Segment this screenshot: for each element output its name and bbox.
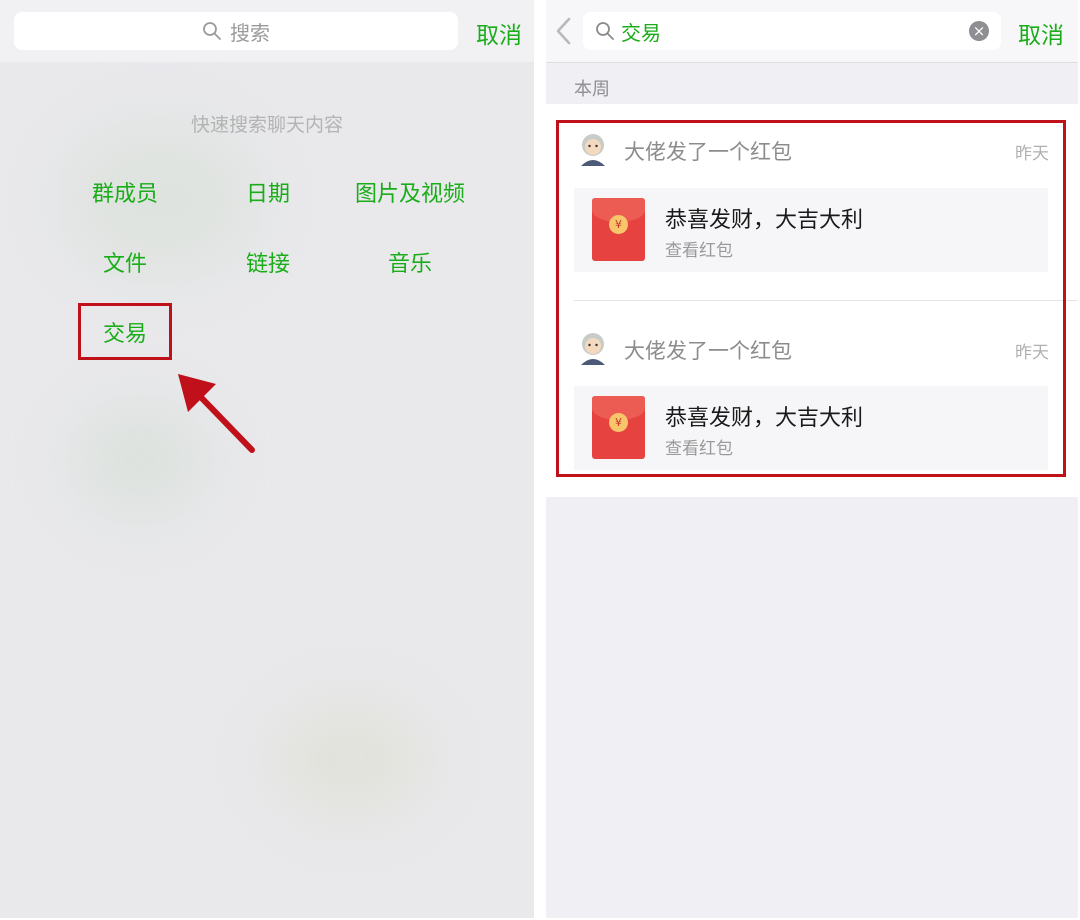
category-files[interactable]: 文件 [50, 246, 200, 278]
search-input[interactable]: 交易 × [583, 12, 1001, 50]
search-icon [203, 22, 221, 40]
clear-icon[interactable]: × [969, 21, 989, 41]
category-group-members[interactable]: 群成员 [50, 176, 200, 208]
category-links[interactable]: 链接 [193, 246, 343, 278]
highlight-box [78, 303, 172, 360]
search-placeholder: 搜索 [230, 20, 270, 45]
category-photos-videos[interactable]: 图片及视频 [335, 176, 485, 208]
highlight-box [556, 120, 1066, 477]
cancel-button[interactable]: 取消 [1018, 16, 1064, 50]
quick-search-title: 快速搜索聊天内容 [190, 114, 343, 136]
category-music[interactable]: 音乐 [335, 246, 485, 278]
search-input[interactable]: 搜索 [14, 12, 458, 50]
pointer-arrow-icon [178, 374, 255, 453]
category-date[interactable]: 日期 [193, 176, 343, 208]
cancel-button[interactable]: 取消 [476, 16, 522, 50]
search-icon [596, 22, 614, 40]
blurred-background [270, 700, 430, 820]
section-header: 本周 [574, 79, 610, 100]
back-chevron-icon[interactable] [554, 16, 574, 46]
search-bar: 搜索 取消 [0, 0, 534, 62]
search-bar: 交易 × 取消 [546, 0, 1078, 63]
search-category-panel: 搜索 取消 快速搜索聊天内容 群成员 日期 图片及视频 文件 链接 音乐 交易 [0, 0, 534, 918]
search-results-panel: 交易 × 取消 本周 大佬发了一个红包 昨天 ¥ 恭喜发财，大吉大利 查看红包 [546, 0, 1078, 918]
search-query: 交易 [621, 20, 661, 45]
